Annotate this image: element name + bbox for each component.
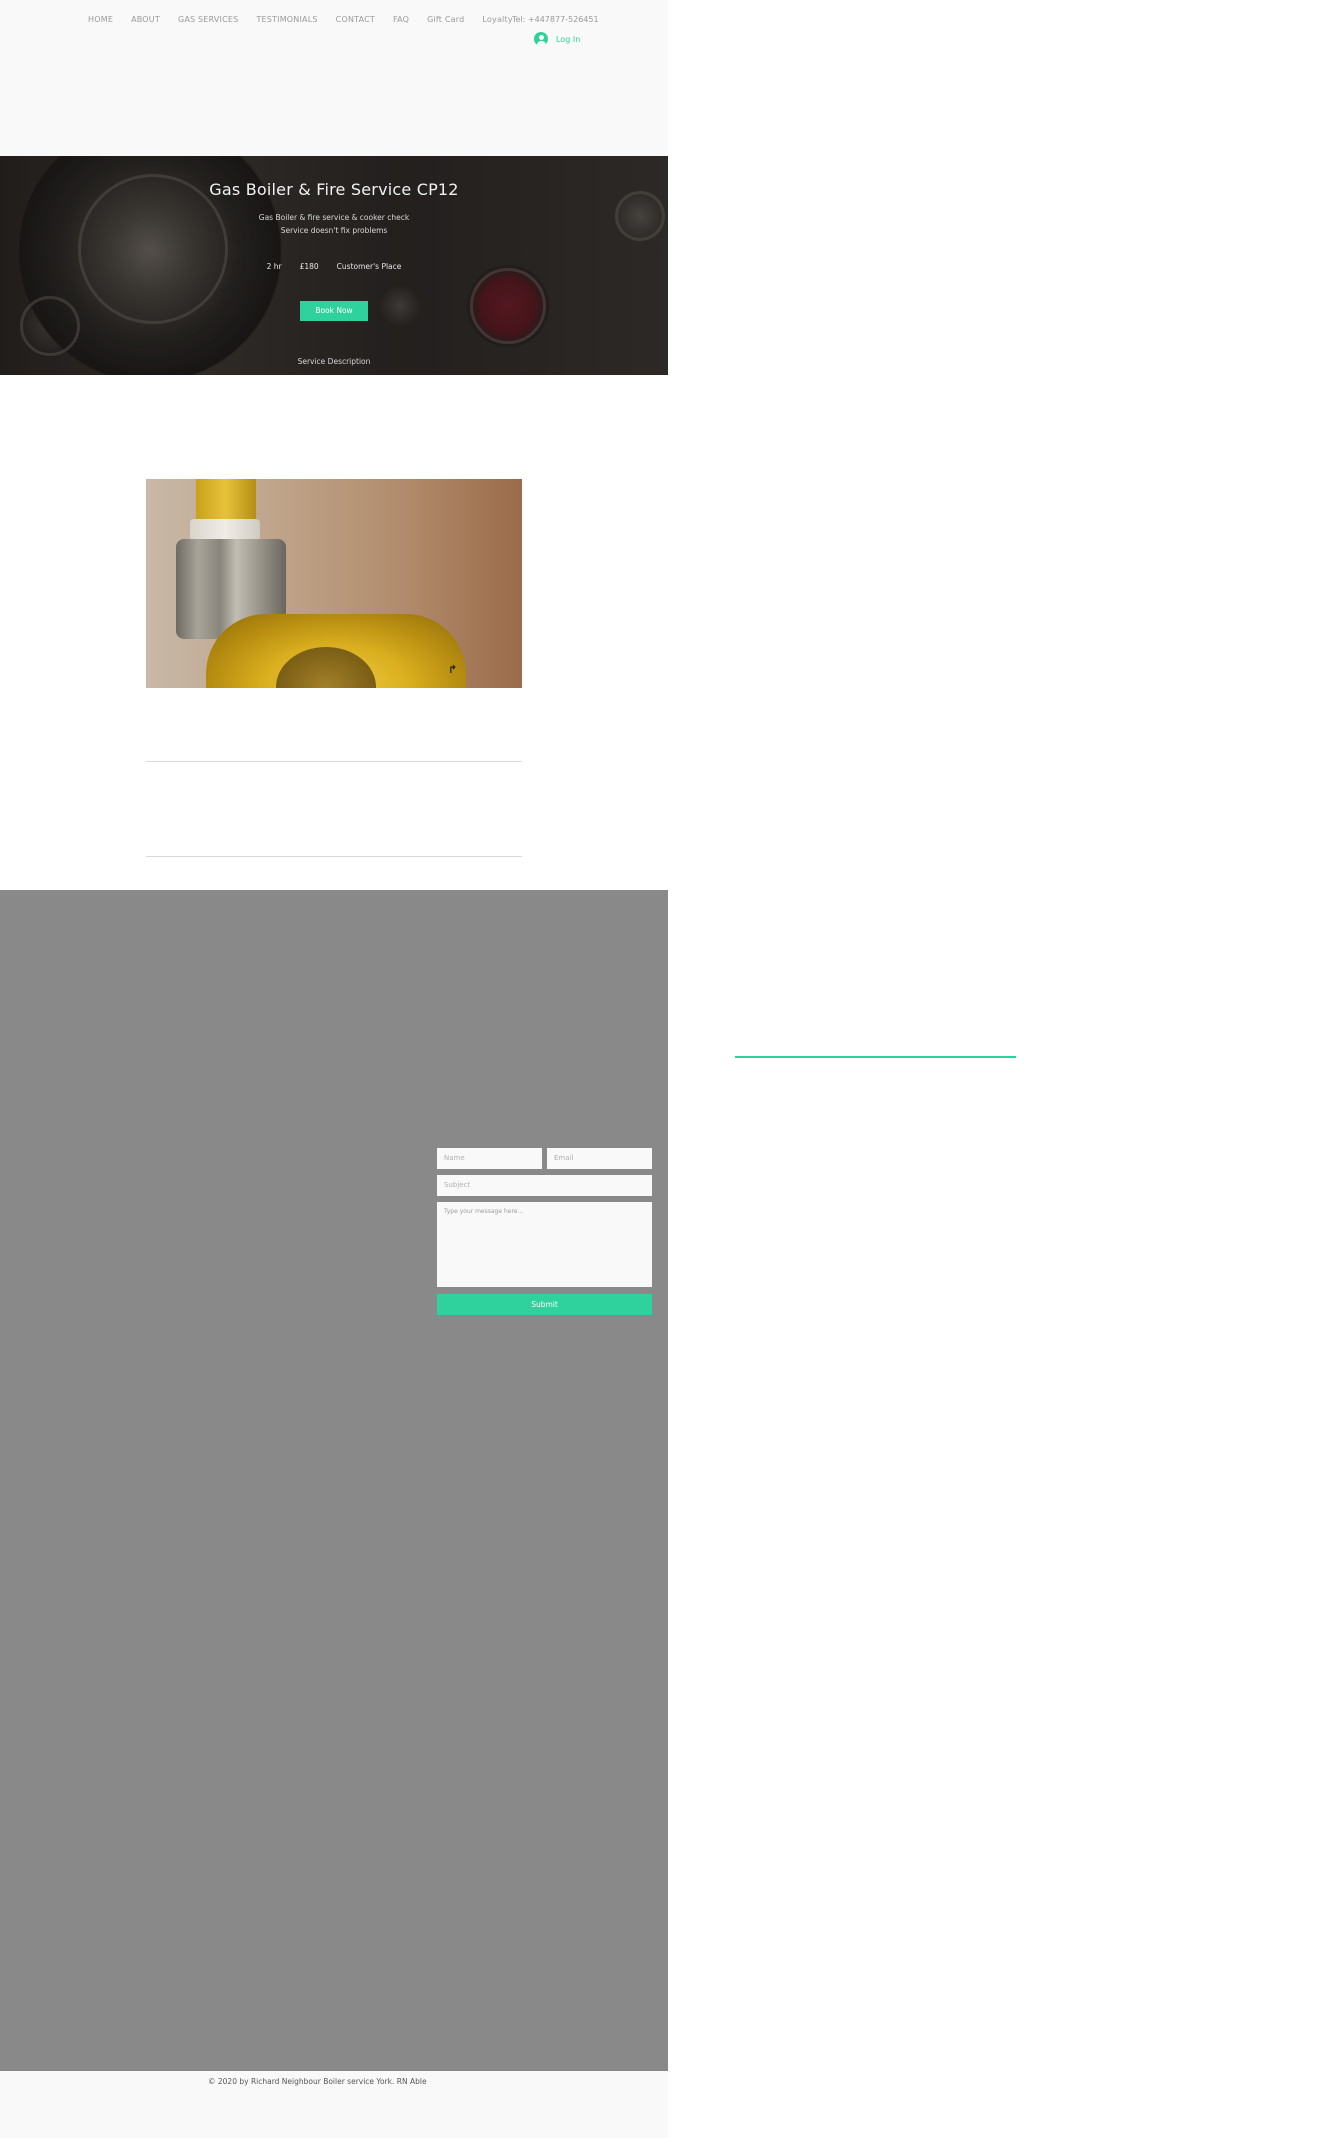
page: HOME ABOUT GAS SERVICES TESTIMONIALS CON… <box>0 0 1344 2138</box>
divider <box>146 761 522 762</box>
service-summary-line: Gas Boiler & fire service & cooker check <box>258 213 410 222</box>
photo-detail: ↱ <box>448 663 458 676</box>
phone-number: Tel: +447877-526451 <box>512 15 599 24</box>
divider <box>146 856 522 857</box>
service-description-heading: Service Description <box>297 357 371 366</box>
service-hero: Gas Boiler & Fire Service CP12 Gas Boile… <box>0 156 668 375</box>
service-title: Gas Boiler & Fire Service CP12 <box>209 180 459 199</box>
nav-loyalty[interactable]: Loyalty <box>482 14 512 26</box>
submit-button[interactable]: Submit <box>437 1294 652 1315</box>
service-location: Customer's Place <box>336 262 402 271</box>
nav-home[interactable]: HOME <box>88 14 113 26</box>
site-header: HOME ABOUT GAS SERVICES TESTIMONIALS CON… <box>0 0 668 156</box>
nav-about[interactable]: ABOUT <box>131 14 160 26</box>
subject-field[interactable]: Subject <box>437 1175 652 1196</box>
login-label: Log In <box>556 34 581 44</box>
service-summary-line: Service doesn't fix problems <box>280 226 388 235</box>
site-footer: © 2020 by Richard Neighbour Boiler servi… <box>0 2071 668 2138</box>
user-avatar-icon <box>534 32 548 46</box>
accent-divider <box>735 1056 1016 1058</box>
copyright-text: © 2020 by Richard Neighbour Boiler servi… <box>208 2077 427 2086</box>
service-price: £180 <box>299 262 319 271</box>
name-field[interactable]: Name <box>437 1148 542 1169</box>
contact-section <box>0 890 668 2071</box>
photo-detail <box>190 519 260 541</box>
login-button[interactable]: Log In <box>534 32 580 46</box>
nav-faq[interactable]: FAQ <box>393 14 409 26</box>
message-field[interactable]: Type your message here... <box>437 1202 652 1287</box>
service-meta: 2 hr £180 Customer's Place <box>0 262 668 271</box>
service-summary: Gas Boiler & fire service & cooker check… <box>0 211 668 237</box>
service-duration: 2 hr <box>266 262 282 271</box>
nav-gift-card[interactable]: Gift Card <box>427 14 464 26</box>
nav-testimonials[interactable]: TESTIMONIALS <box>256 14 317 26</box>
nav-gas-services[interactable]: GAS SERVICES <box>178 14 239 26</box>
nav-contact[interactable]: CONTACT <box>336 14 375 26</box>
email-field[interactable]: Email <box>547 1148 652 1169</box>
book-now-button[interactable]: Book Now <box>300 301 368 321</box>
service-photo: ↱ <box>146 479 522 688</box>
main-nav: HOME ABOUT GAS SERVICES TESTIMONIALS CON… <box>88 14 531 26</box>
